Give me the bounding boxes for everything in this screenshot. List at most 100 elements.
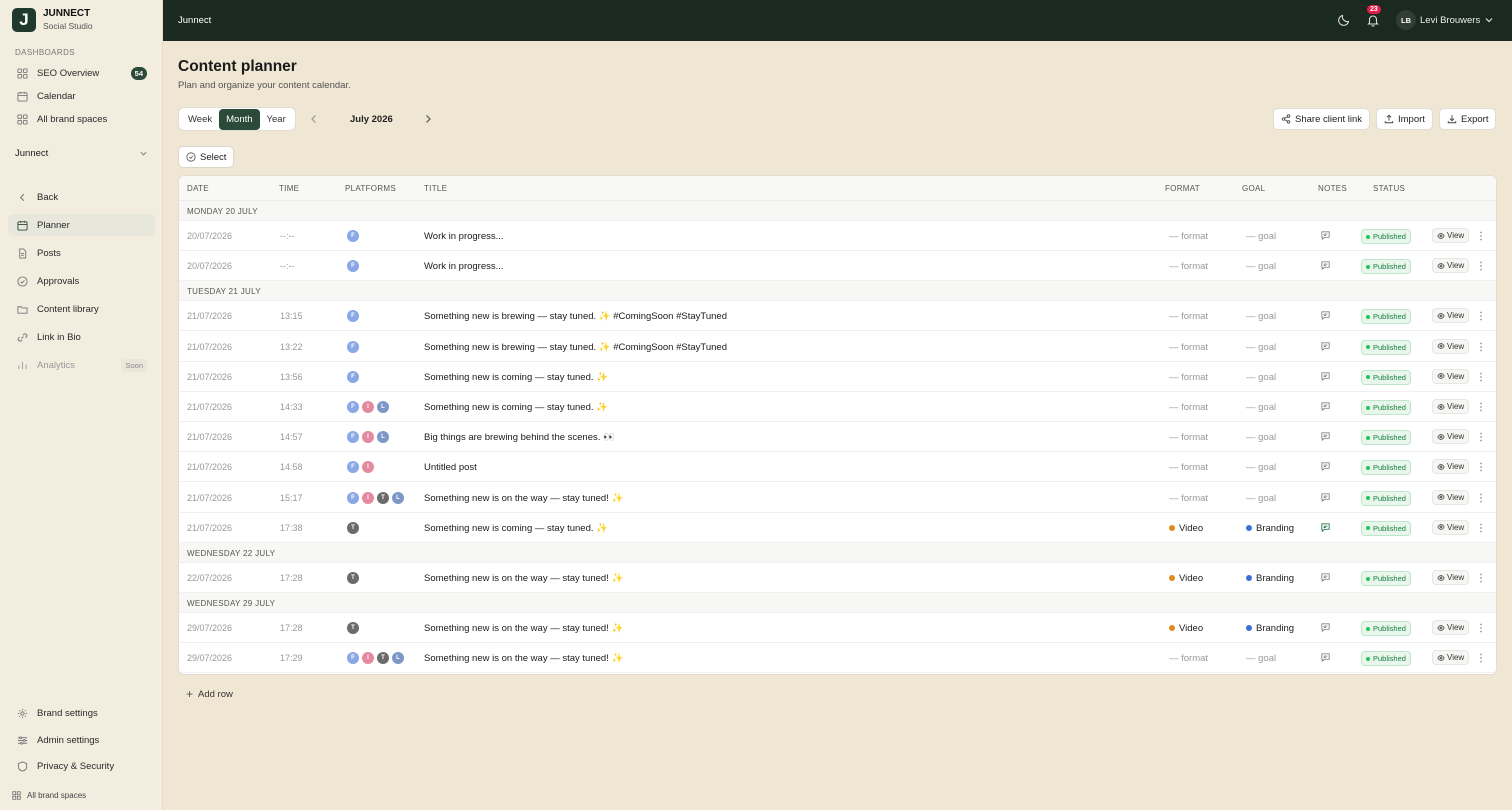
table-row[interactable]: 20/07/2026 --:-- F Work in progress... — for… [179,221,1496,251]
row-format[interactable]: — format [1169,653,1208,664]
comment-icon[interactable] [1320,310,1331,321]
row-title[interactable]: Something new is on the way — stay tuned… [424,653,623,664]
col-notes[interactable]: NOTES [1318,184,1347,193]
table-row[interactable]: 20/07/2026 --:-- F Work in progress... — for… [179,251,1496,282]
view-button[interactable]: View [1432,459,1470,475]
view-button[interactable]: View [1432,368,1470,384]
view-month-button[interactable]: Month [219,108,260,130]
row-title[interactable]: Something new is on the way — stay tuned… [424,623,623,634]
table-row[interactable]: 21/07/2026 13:22 F Something new is brewing… [179,332,1496,362]
table-row[interactable]: 21/07/2026 14:33 F I L Something new is comin… [179,392,1496,422]
more-vertical-icon[interactable] [1477,260,1485,272]
view-button[interactable]: View [1432,399,1470,414]
brand[interactable]: J JUNNECT Social Studio [12,8,93,32]
status-badge[interactable]: Published [1361,369,1411,385]
user-name[interactable]: Levi Brouwers [1420,15,1480,26]
comment-icon[interactable] [1320,572,1331,583]
bell-icon[interactable] [1366,13,1380,27]
row-title[interactable]: Untitled post [424,462,477,473]
comment-icon[interactable] [1320,260,1331,271]
chevron-down-icon[interactable] [1484,15,1494,25]
status-badge[interactable]: Published [1361,229,1411,244]
row-goal[interactable]: — goal [1246,311,1276,322]
chevron-left-icon[interactable] [308,113,320,125]
status-badge[interactable]: Published [1361,520,1411,536]
view-button[interactable]: View [1432,650,1470,666]
footer-all-brand-spaces-link[interactable]: All brand spaces [12,791,86,800]
row-goal[interactable]: — goal [1246,493,1276,504]
view-button[interactable]: View [1432,620,1470,636]
more-vertical-icon[interactable] [1477,522,1485,534]
export-button[interactable]: Export [1439,108,1497,130]
row-goal[interactable]: — goal [1246,402,1276,413]
more-vertical-icon[interactable] [1477,431,1485,443]
row-goal[interactable]: Branding [1246,523,1294,534]
col-format[interactable]: FORMAT [1165,184,1200,193]
row-goal[interactable]: Branding [1246,573,1294,584]
sidebar-item-brand-settings[interactable]: Brand settings [8,702,155,724]
status-badge[interactable]: Published [1361,490,1411,506]
view-button[interactable]: View [1432,429,1470,445]
more-vertical-icon[interactable] [1477,401,1485,413]
row-format[interactable]: Video [1169,573,1203,584]
table-row[interactable]: 21/07/2026 13:56 F Something new is coming … [179,362,1496,392]
table-row[interactable]: 22/07/2026 17:28 T Something new is on the … [179,563,1496,593]
sidebar-item-approvals[interactable]: Approvals [8,270,155,292]
view-button[interactable]: View [1432,308,1470,324]
status-badge[interactable]: Published [1361,460,1411,476]
status-badge[interactable]: Published [1361,339,1411,355]
select-button[interactable]: Select [178,146,235,168]
row-goal[interactable]: — goal [1246,432,1276,443]
sidebar-item-admin-settings[interactable]: Admin settings [8,729,155,751]
view-button[interactable]: View [1432,570,1470,585]
row-goal[interactable]: — goal [1246,653,1276,664]
sidebar-item-seo-overview[interactable]: SEO Overview 54 [8,62,155,84]
sidebar-item-back[interactable]: Back [8,186,155,208]
row-title[interactable]: Work in progress... [424,231,504,242]
status-badge[interactable]: Published [1361,309,1411,325]
more-vertical-icon[interactable] [1477,652,1485,664]
sidebar-item-all-brand-spaces[interactable]: All brand spaces [8,108,155,130]
row-format[interactable]: — format [1169,432,1208,443]
status-badge[interactable]: Published [1361,571,1411,586]
row-format[interactable]: Video [1169,623,1203,634]
table-row[interactable]: 29/07/2026 17:29 F I T L Something new is on t… [179,643,1496,674]
sidebar-item-posts[interactable]: Posts [8,242,155,264]
row-goal[interactable]: — goal [1246,372,1276,383]
sidebar-item-content-library[interactable]: Content library [8,298,155,320]
comment-icon[interactable] [1320,622,1331,633]
table-row[interactable]: 21/07/2026 14:57 F I L Big things are brewing… [179,422,1496,453]
more-vertical-icon[interactable] [1477,371,1485,383]
avatar[interactable]: LB [1396,10,1416,30]
moon-icon[interactable] [1337,13,1351,27]
row-title[interactable]: Something new is on the way — stay tuned… [424,573,623,584]
comment-icon[interactable] [1320,401,1331,412]
add-row-button[interactable]: + Add row [186,687,233,701]
comment-icon[interactable] [1320,371,1331,382]
row-goal[interactable]: Branding [1246,623,1294,634]
workspace-switcher[interactable]: Junnect [15,148,148,159]
sidebar-item-link-in-bio[interactable]: Link in Bio [8,326,155,348]
view-button[interactable]: View [1432,519,1470,535]
row-format[interactable]: — format [1169,372,1208,383]
chevron-right-icon[interactable] [422,113,434,125]
status-badge[interactable]: Published [1361,400,1411,415]
row-format[interactable]: — format [1169,231,1208,242]
sidebar-item-privacy-security[interactable]: Privacy & Security [8,755,155,777]
col-date[interactable]: DATE [187,184,209,193]
row-title[interactable]: Something new is on the way — stay tuned… [424,493,623,504]
row-title[interactable]: Something new is brewing — stay tuned. ✨… [424,311,727,322]
row-title[interactable]: Something new is coming — stay tuned. ✨ [424,402,608,413]
col-status[interactable]: STATUS [1373,184,1405,193]
comment-icon[interactable] [1320,341,1331,352]
share-client-link-button[interactable]: Share client link [1273,108,1371,130]
more-vertical-icon[interactable] [1477,461,1485,473]
more-vertical-icon[interactable] [1477,341,1485,353]
row-format[interactable]: — format [1169,402,1208,413]
row-title[interactable]: Something new is coming — stay tuned. ✨ [424,372,608,383]
sidebar-item-planner[interactable]: Planner [8,214,155,236]
view-button[interactable]: View [1432,228,1470,243]
row-goal[interactable]: — goal [1246,462,1276,473]
row-goal[interactable]: — goal [1246,342,1276,353]
more-vertical-icon[interactable] [1477,572,1485,584]
